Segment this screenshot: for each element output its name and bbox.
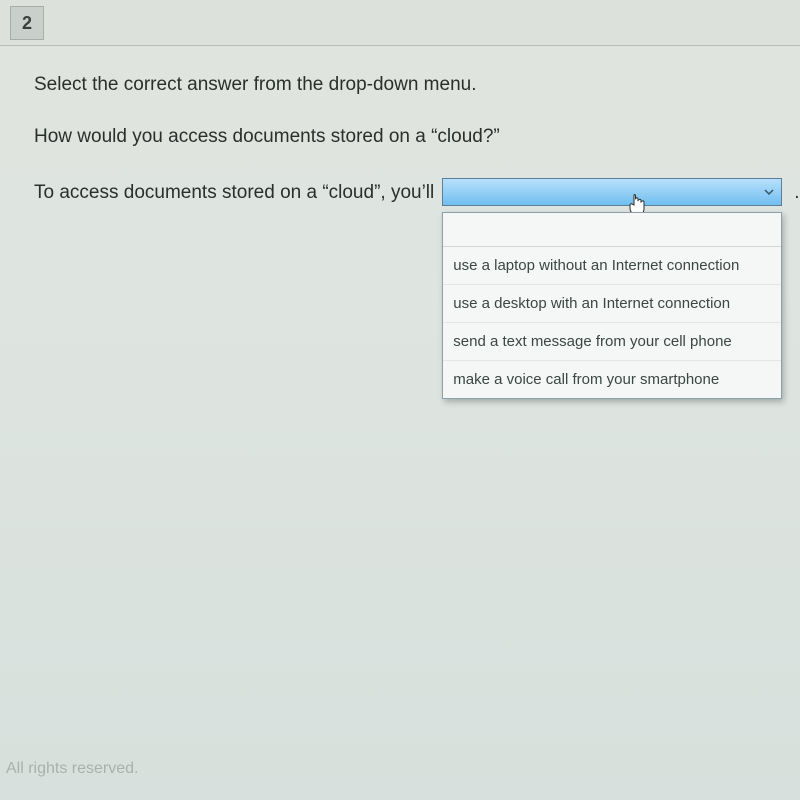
question-header-bar: 2 xyxy=(0,0,800,46)
question-number-badge: 2 xyxy=(10,6,44,40)
quiz-page: 2 Select the correct answer from the dro… xyxy=(0,0,800,800)
dropdown-option[interactable]: make a voice call from your smartphone xyxy=(443,361,781,398)
instruction-text: Select the correct answer from the drop-… xyxy=(34,74,766,96)
chevron-down-icon xyxy=(761,184,777,200)
dropdown-option[interactable]: use a desktop with an Internet connectio… xyxy=(443,285,781,323)
sentence-period: . xyxy=(794,178,799,204)
dropdown-panel: use a laptop without an Internet connect… xyxy=(442,212,782,399)
answer-prefix: To access documents stored on a “cloud”,… xyxy=(34,178,434,204)
question-number: 2 xyxy=(22,13,32,34)
answer-line: To access documents stored on a “cloud”,… xyxy=(34,178,766,206)
dropdown-wrap: use a laptop without an Internet connect… xyxy=(442,178,782,206)
footer-text: All rights reserved. xyxy=(6,760,139,778)
dropdown-option[interactable]: use a laptop without an Internet connect… xyxy=(443,247,781,285)
question-text: How would you access documents stored on… xyxy=(34,126,766,148)
dropdown-option[interactable]: send a text message from your cell phone xyxy=(443,323,781,361)
dropdown-option-blank[interactable] xyxy=(443,213,781,247)
answer-dropdown[interactable] xyxy=(442,178,782,206)
question-content: Select the correct answer from the drop-… xyxy=(0,46,800,206)
